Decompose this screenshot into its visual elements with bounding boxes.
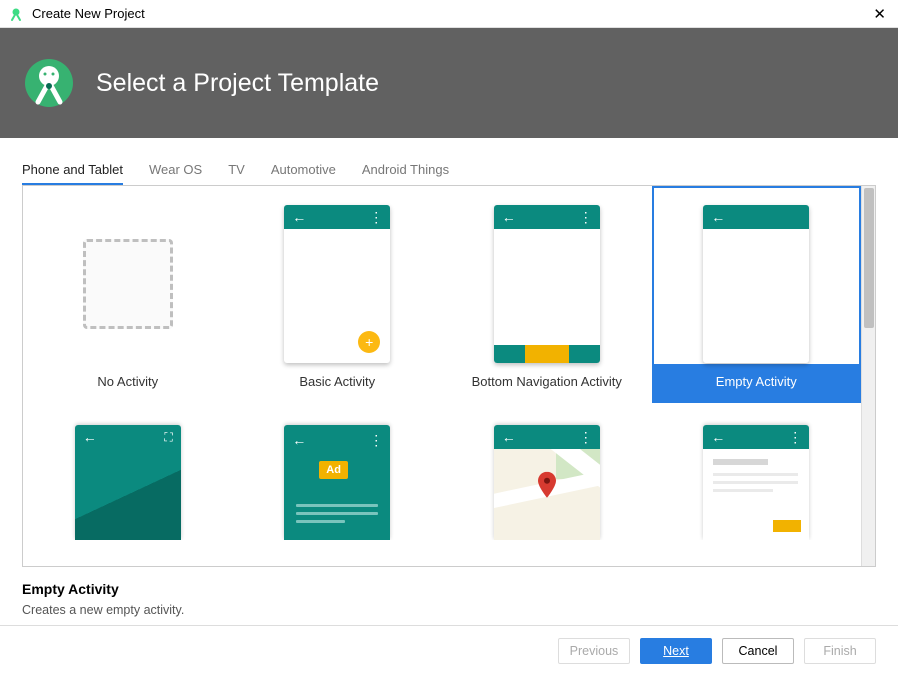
bottom-nav-icon [494, 345, 600, 363]
template-fullscreen-activity[interactable]: ←⛶ [23, 403, 233, 542]
template-label: Basic Activity [235, 364, 441, 401]
close-icon[interactable]: ✕ [869, 5, 890, 23]
template-list: No Activity ←⋮ + Basic Activity ←⋮ [22, 185, 876, 567]
template-thumb: ← ⋮ Ad [272, 425, 402, 540]
overflow-icon: ⋮ [369, 210, 382, 224]
template-label: Empty Activity [654, 364, 860, 401]
tab-automotive[interactable]: Automotive [271, 156, 336, 185]
selected-template-name: Empty Activity [22, 581, 876, 597]
template-master-detail-activity[interactable]: ←⋮ [652, 403, 862, 542]
back-arrow-icon: ← [292, 210, 306, 224]
finish-button[interactable]: Finish [804, 638, 876, 664]
overflow-icon: ⋮ [788, 430, 801, 444]
back-arrow-icon: ← [83, 430, 97, 444]
scrollbar[interactable] [861, 186, 875, 566]
ad-badge: Ad [319, 461, 348, 479]
overflow-icon: ⋮ [579, 210, 592, 224]
android-studio-icon [8, 6, 24, 22]
window-title: Create New Project [32, 6, 869, 21]
page-title: Select a Project Template [96, 69, 379, 98]
cancel-button[interactable]: Cancel [722, 638, 794, 664]
tab-tv[interactable]: TV [228, 156, 245, 185]
back-arrow-icon: ← [711, 430, 725, 444]
template-thumb: ←⛶ [63, 425, 193, 540]
form-factor-tabs: Phone and Tablet Wear OS TV Automotive A… [0, 156, 898, 185]
back-arrow-icon: ← [502, 430, 516, 444]
template-label: No Activity [25, 364, 231, 401]
map-pin-icon [538, 471, 556, 500]
template-info: Empty Activity Creates a new empty activ… [0, 567, 898, 625]
back-arrow-icon: ← [292, 433, 306, 447]
template-bottom-nav-activity[interactable]: ←⋮ Bottom Navigation Activity [442, 186, 652, 403]
titlebar: Create New Project ✕ [0, 0, 898, 28]
fab-icon: + [358, 331, 380, 353]
android-logo-icon [24, 58, 74, 108]
template-thumb [63, 204, 193, 364]
overflow-icon: ⋮ [369, 433, 382, 447]
wizard-header: Select a Project Template [0, 28, 898, 138]
overflow-icon: ⋮ [579, 430, 592, 444]
scroll-thumb[interactable] [864, 188, 874, 328]
tab-android-things[interactable]: Android Things [362, 156, 449, 185]
template-label: Bottom Navigation Activity [444, 364, 650, 401]
tab-wear-os[interactable]: Wear OS [149, 156, 202, 185]
template-no-activity[interactable]: No Activity [23, 186, 233, 403]
template-admob-activity[interactable]: ← ⋮ Ad [233, 403, 443, 542]
wizard-footer: Previous Next Cancel Finish [0, 625, 898, 676]
next-button[interactable]: Next [640, 638, 712, 664]
template-thumb: ← ⋮ + [272, 204, 402, 364]
back-arrow-icon: ← [711, 210, 725, 224]
template-empty-activity[interactable]: ← Empty Activity [652, 186, 862, 403]
tab-phone-tablet[interactable]: Phone and Tablet [22, 156, 123, 185]
previous-button[interactable]: Previous [558, 638, 630, 664]
dashed-rect-icon [83, 239, 173, 329]
template-thumb: ← [691, 204, 821, 364]
template-thumb: ←⋮ [691, 425, 821, 540]
selected-template-desc: Creates a new empty activity. [22, 603, 876, 617]
expand-icon: ⛶ [164, 430, 172, 445]
template-maps-activity[interactable]: ←⋮ [442, 403, 652, 542]
template-thumb: ←⋮ [482, 425, 612, 540]
back-arrow-icon: ← [502, 210, 516, 224]
template-thumb: ←⋮ [482, 204, 612, 364]
template-basic-activity[interactable]: ← ⋮ + Basic Activity [233, 186, 443, 403]
